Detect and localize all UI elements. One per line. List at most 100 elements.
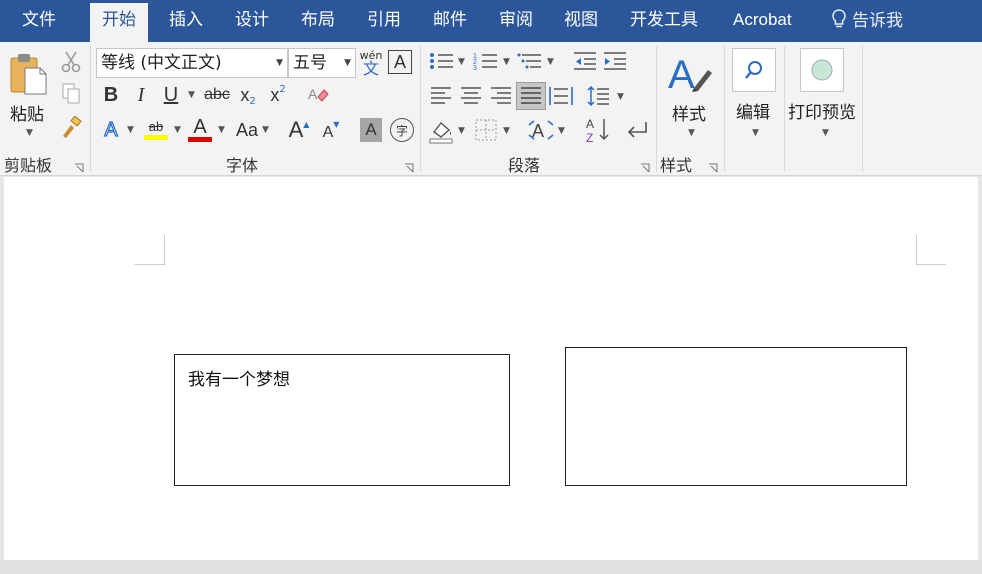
styles-launcher-icon[interactable] [708,158,718,173]
character-border-button[interactable]: A [388,50,412,74]
chevron-down-icon: ▼ [344,58,351,68]
tab-mailings[interactable]: 邮件 [421,0,479,42]
superscript-button[interactable]: x2 [266,82,290,108]
copy-icon[interactable] [60,82,82,106]
show-marks-icon[interactable] [624,118,650,142]
styles-group-label: 样式 [660,156,693,175]
chinese-layout-icon[interactable]: A [528,118,554,142]
change-case-dropdown-icon[interactable]: ▼ [262,125,269,135]
font-size-combo[interactable]: 五号 ▼ [288,48,356,78]
tab-file[interactable]: 文件 [10,0,68,42]
multilevel-dropdown-icon[interactable]: ▼ [547,57,554,67]
styles-gallery-button[interactable]: A [668,50,714,98]
shading-icon[interactable] [428,118,454,144]
subscript-x: x [240,84,250,105]
text-effects-button[interactable]: A [100,117,122,143]
bullets-icon[interactable] [428,50,456,72]
paragraph-launcher-icon[interactable] [640,158,650,173]
increase-indent-icon[interactable] [602,50,628,72]
font-launcher-icon[interactable] [404,158,414,173]
cut-icon[interactable] [60,50,82,74]
paste-button[interactable] [8,50,48,96]
text-effects-dropdown-icon[interactable]: ▼ [127,125,134,135]
phonetic-guide-button[interactable]: wén 文 [360,47,383,79]
font-name-combo[interactable]: 等线 (中文正文) ▼ [96,48,288,78]
group-divider [724,46,725,172]
print-preview-button[interactable] [800,48,844,92]
chinese-layout-dropdown-icon[interactable]: ▼ [558,126,565,136]
tab-insert[interactable]: 插入 [157,0,215,42]
clear-formatting-button[interactable]: A [306,82,330,108]
shrink-font-button[interactable]: A ▼ [318,116,344,144]
tab-developer[interactable]: 开发工具 [618,0,710,42]
editing-label: 编辑 [736,103,770,123]
justify-icon[interactable] [516,82,546,110]
document-page[interactable]: 我有一个梦想 [4,177,978,560]
text-box-2[interactable] [565,347,907,486]
editing-dropdown-icon[interactable]: ▼ [752,128,759,138]
print-preview-dropdown-icon[interactable]: ▼ [822,128,829,138]
tell-me-search[interactable]: 告诉我 [830,0,903,42]
tell-me-label: 告诉我 [852,11,903,31]
highlight-button[interactable]: ab [142,115,170,143]
enclose-characters-button[interactable]: 字 [390,118,414,142]
underline-dropdown-icon[interactable]: ▼ [188,90,195,100]
subscript-button[interactable]: x2 [236,82,260,108]
character-shading-button[interactable]: A [360,118,382,142]
numbering-dropdown-icon[interactable]: ▼ [503,57,510,67]
tab-layout[interactable]: 布局 [289,0,347,42]
change-case-button[interactable]: Aa [230,117,264,143]
menu-bar: 文件 开始 插入 设计 布局 引用 邮件 审阅 视图 开发工具 Acrobat … [0,0,982,42]
bold-button[interactable]: B [100,82,122,108]
svg-text:A: A [308,86,318,102]
tab-review[interactable]: 审阅 [487,0,545,42]
font-size-value: 五号 [293,53,327,73]
decrease-indent-icon[interactable] [572,50,598,72]
grow-font-button[interactable]: A ▲ [286,116,312,144]
paste-dropdown-icon[interactable]: ▼ [26,128,33,138]
eraser-icon: A [308,86,329,102]
numbering-icon[interactable]: 123 [472,50,500,72]
text-box-1[interactable]: 我有一个梦想 [174,354,510,486]
font-color-dropdown-icon[interactable]: ▼ [218,125,225,135]
shading-dropdown-icon[interactable]: ▼ [458,126,465,136]
highlight-color-bar [144,134,168,140]
font-name-value: 等线 (中文正文) [101,53,222,73]
highlight-dropdown-icon[interactable]: ▼ [174,125,181,135]
tab-acrobat[interactable]: Acrobat [721,0,804,42]
tab-references[interactable]: 引用 [355,0,413,42]
subscript-mark: 2 [249,95,256,107]
tab-view[interactable]: 视图 [552,0,610,42]
tab-home[interactable]: 开始 [90,3,148,42]
svg-text:3: 3 [473,65,477,71]
svg-text:A: A [586,117,594,131]
align-center-icon[interactable] [458,84,484,108]
borders-dropdown-icon[interactable]: ▼ [503,126,510,136]
group-divider [784,46,785,172]
format-painter-icon[interactable] [60,116,84,140]
highlight-glyph: ab [148,118,164,134]
shrink-font-glyph: A [322,124,334,141]
sort-icon[interactable]: AZ [584,116,610,144]
editing-button[interactable] [732,48,776,92]
underline-button[interactable]: U [160,82,182,108]
clipboard-launcher-icon[interactable] [74,158,84,173]
line-spacing-icon[interactable] [586,84,612,108]
italic-button[interactable]: I [130,82,152,108]
multilevel-list-icon[interactable] [516,50,544,72]
strikethrough-button[interactable]: abc [202,82,232,108]
font-color-glyph: A [193,115,207,138]
tab-design[interactable]: 设计 [223,0,281,42]
distributed-icon[interactable] [548,84,574,108]
grow-font-glyph: A [288,117,304,142]
line-spacing-dropdown-icon[interactable]: ▼ [617,92,624,102]
svg-text:A: A [668,53,695,97]
borders-icon[interactable] [474,118,498,142]
styles-button-label: 样式 [672,105,706,125]
group-divider [420,46,421,172]
align-left-icon[interactable] [428,84,454,108]
styles-dropdown-icon[interactable]: ▼ [688,128,695,138]
font-color-button[interactable]: A [186,115,214,143]
align-right-icon[interactable] [488,84,514,108]
bullets-dropdown-icon[interactable]: ▼ [458,57,465,67]
